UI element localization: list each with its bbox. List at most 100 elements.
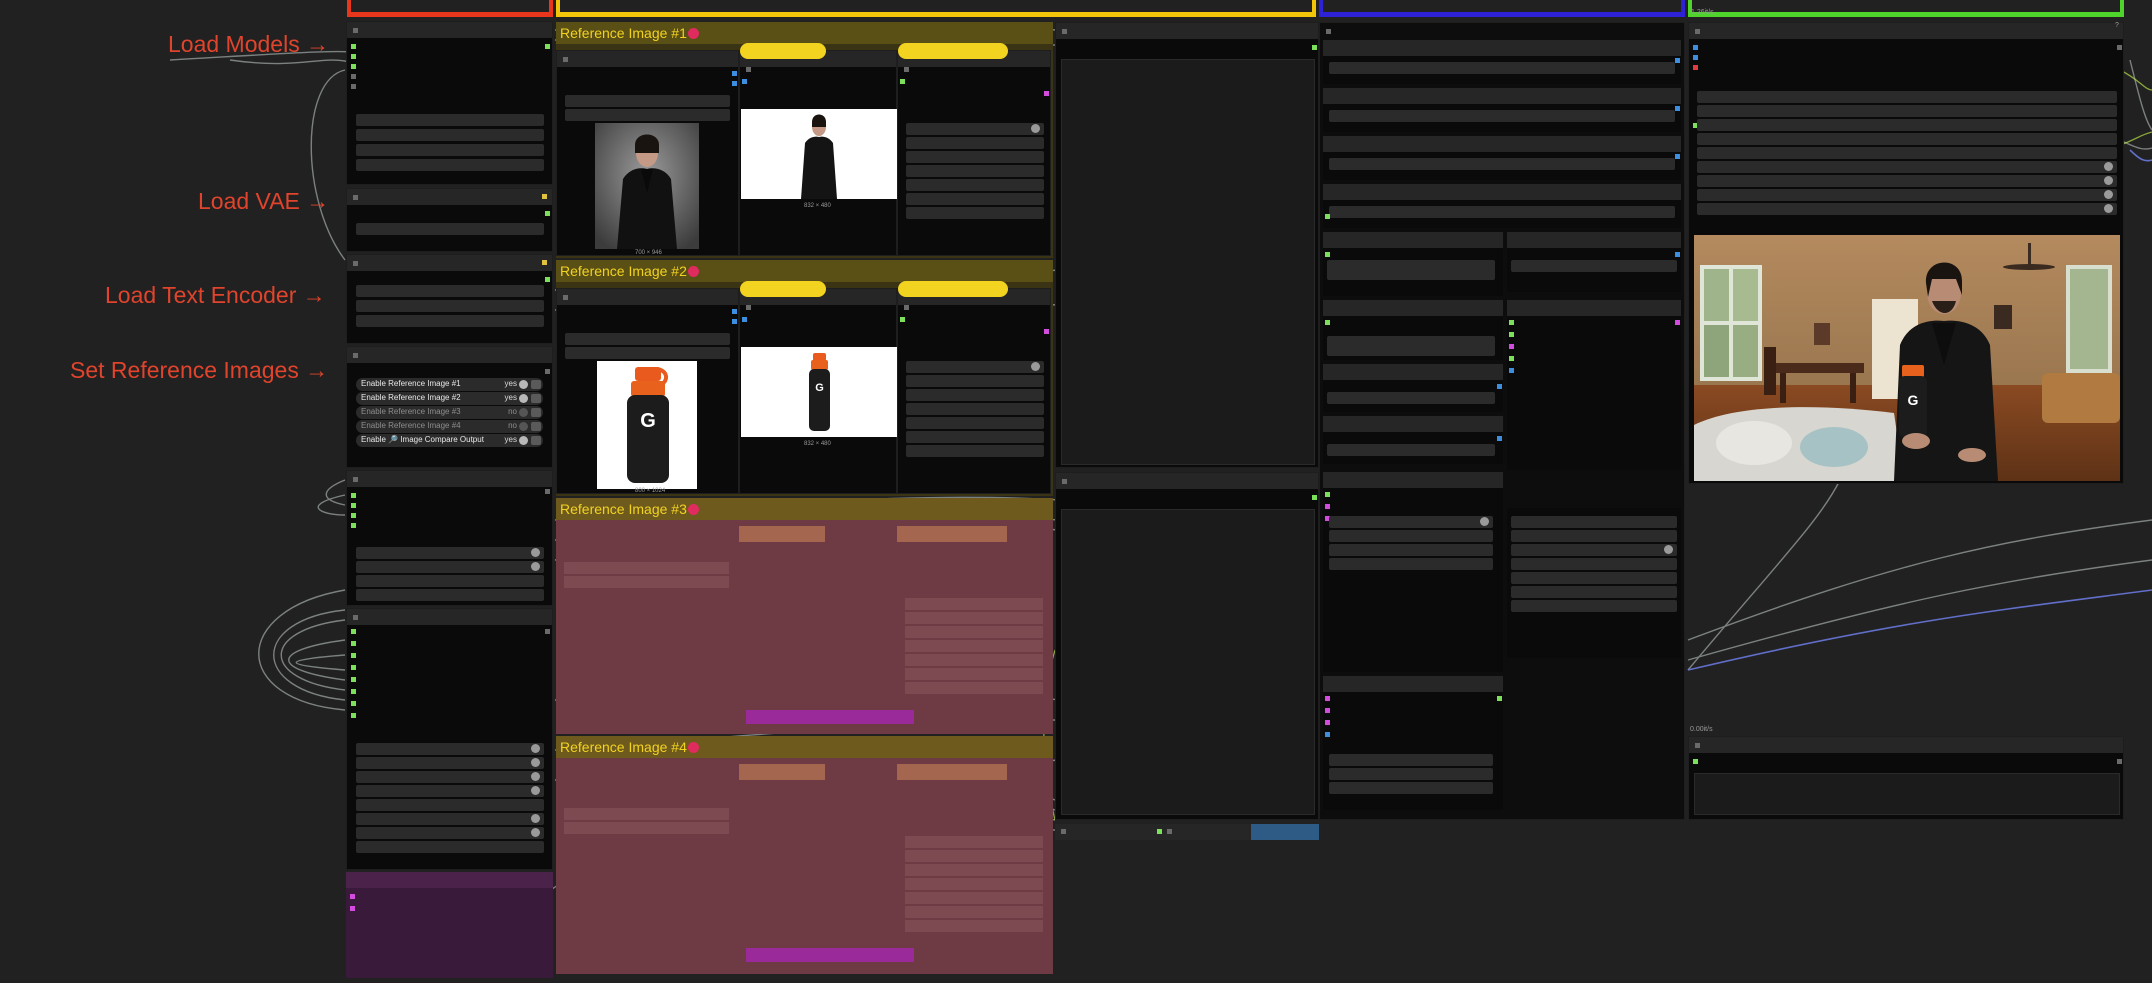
widget-row[interactable] (356, 575, 544, 587)
input-slot[interactable] (351, 629, 356, 634)
node-header[interactable] (1507, 300, 1681, 316)
output-slot[interactable] (1675, 252, 1680, 257)
widget-row[interactable] (1329, 558, 1493, 570)
widget-row[interactable] (565, 109, 730, 121)
node-header[interactable] (557, 289, 738, 305)
knob-icon[interactable] (2104, 204, 2113, 213)
widget-row[interactable] (1329, 110, 1675, 122)
toggle-reference-image-2[interactable]: Enable Reference Image #2 yes (356, 392, 543, 405)
load-models-node[interactable] (346, 21, 553, 185)
widget-row[interactable] (1329, 158, 1675, 170)
widget-row[interactable] (565, 95, 730, 107)
settings-node[interactable] (346, 608, 553, 870)
input-slot[interactable] (1325, 252, 1330, 257)
widget-row[interactable] (356, 159, 544, 171)
widget-row[interactable] (1511, 600, 1677, 612)
input-slot[interactable] (1509, 332, 1514, 337)
collapse-icon[interactable] (353, 28, 358, 33)
ksampler-node[interactable] (1323, 472, 1503, 672)
sub-node[interactable] (1323, 300, 1503, 360)
reference-image-group-1[interactable]: Reference Image #1 700 × 946 832 × 480 (556, 22, 1053, 258)
collapse-icon[interactable] (353, 261, 358, 266)
help-icon[interactable] (542, 194, 547, 199)
widget-row[interactable] (356, 300, 544, 312)
input-slot[interactable] (1693, 45, 1698, 50)
input-slot[interactable] (1325, 504, 1330, 509)
input-slot[interactable] (900, 317, 905, 322)
widget-row[interactable] (906, 417, 1044, 429)
input-slot[interactable] (1325, 732, 1330, 737)
widget-row[interactable] (906, 431, 1044, 443)
output-slot[interactable] (2117, 45, 2122, 50)
node-header[interactable] (1056, 473, 1318, 489)
image-settings-node[interactable] (897, 43, 1051, 256)
widget-row[interactable] (906, 375, 1044, 387)
text-area[interactable] (1061, 509, 1315, 815)
widget-row[interactable] (1697, 189, 2117, 201)
output-slot[interactable] (1497, 384, 1502, 389)
output-slot[interactable] (732, 319, 737, 324)
input-slot[interactable] (1325, 320, 1330, 325)
widget-row[interactable] (565, 347, 730, 359)
input-slot[interactable] (351, 665, 356, 670)
node-header[interactable] (347, 609, 552, 625)
knob-icon[interactable] (531, 772, 540, 781)
help-icon[interactable] (542, 260, 547, 265)
input-slot[interactable] (1325, 696, 1330, 701)
widget-row[interactable] (356, 547, 544, 559)
widget-row[interactable] (1697, 203, 2117, 215)
widget-row[interactable] (1327, 392, 1495, 404)
widget-row[interactable] (1327, 336, 1495, 356)
sub-node[interactable] (1323, 364, 1503, 412)
widget-row[interactable] (356, 813, 544, 825)
arrow-icon[interactable] (531, 436, 541, 445)
output-slot[interactable] (732, 71, 737, 76)
knob-icon[interactable] (531, 828, 540, 837)
node-header[interactable] (557, 51, 738, 67)
widget-row[interactable] (1511, 558, 1677, 570)
widget-row[interactable] (1511, 572, 1677, 584)
widget-row[interactable] (1511, 260, 1677, 272)
widget-row[interactable] (356, 114, 544, 126)
scheduler-node[interactable] (1507, 508, 1681, 658)
save-image-node[interactable] (1688, 736, 2124, 820)
knob-icon[interactable] (531, 814, 540, 823)
input-slot[interactable] (350, 894, 355, 899)
widget-row[interactable] (1697, 147, 2117, 159)
input-slot[interactable] (1693, 55, 1698, 60)
widget-row[interactable] (1329, 544, 1493, 556)
widget-row[interactable] (1329, 530, 1493, 542)
input-slot[interactable] (350, 906, 355, 911)
input-slot[interactable] (351, 641, 356, 646)
sub-node[interactable] (1323, 416, 1503, 464)
image-settings-node[interactable] (897, 281, 1051, 494)
toggle-dot-icon[interactable] (519, 408, 528, 417)
input-slot[interactable] (742, 79, 747, 84)
node-header[interactable] (1507, 232, 1681, 248)
node-header[interactable] (347, 22, 552, 38)
knob-icon[interactable] (2104, 176, 2113, 185)
node-header[interactable] (347, 189, 552, 205)
arrow-icon[interactable] (531, 394, 541, 403)
widget-row[interactable] (356, 315, 544, 327)
knob-icon[interactable] (1480, 517, 1489, 526)
pin-icon[interactable] (688, 266, 699, 277)
collapse-icon[interactable] (563, 295, 568, 300)
output-slot[interactable] (1675, 154, 1680, 159)
toggle-reference-image-3[interactable]: Enable Reference Image #3 no (356, 406, 543, 419)
collapse-icon[interactable] (904, 305, 909, 310)
knob-icon[interactable] (1031, 124, 1040, 133)
collapse-icon[interactable] (353, 477, 358, 482)
widget-row[interactable] (906, 193, 1044, 205)
node-header[interactable] (1689, 23, 2123, 39)
conditioning-node[interactable] (1055, 22, 1319, 468)
widget-row[interactable] (906, 179, 1044, 191)
node-header[interactable] (1323, 136, 1681, 152)
output-slot[interactable] (732, 81, 737, 86)
widget-row[interactable] (906, 403, 1044, 415)
input-slot[interactable] (351, 44, 356, 49)
input-slot[interactable] (351, 503, 356, 508)
collapse-icon[interactable] (353, 353, 358, 358)
sub-node[interactable] (1323, 136, 1681, 180)
widget-row[interactable] (1697, 105, 2117, 117)
